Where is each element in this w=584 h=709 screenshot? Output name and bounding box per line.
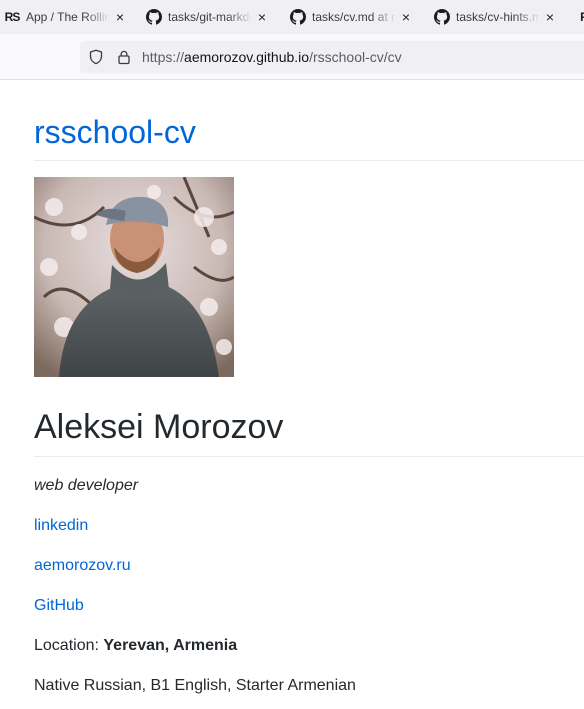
close-tab-icon[interactable]: × bbox=[544, 10, 556, 24]
github-link[interactable]: GitHub bbox=[34, 596, 84, 616]
tab-cv-md[interactable]: tasks/cv.md at m × bbox=[290, 0, 412, 34]
location-line: Location: Yerevan, Armenia bbox=[34, 636, 237, 656]
location-value: Yerevan, Armenia bbox=[103, 637, 238, 654]
tab-rolling-scopes-2[interactable]: R bbox=[576, 0, 584, 34]
tab-cv-hints[interactable]: tasks/cv-hints.m × bbox=[434, 0, 556, 34]
tab-title: tasks/cv-hints.m bbox=[456, 10, 540, 24]
github-icon bbox=[290, 9, 306, 25]
website-link[interactable]: aemorozov.ru bbox=[34, 556, 131, 576]
close-tab-icon[interactable]: × bbox=[400, 10, 412, 24]
url-scheme: https:// bbox=[142, 49, 185, 65]
header-divider bbox=[34, 160, 584, 161]
url-path: /rsschool-cv/cv bbox=[309, 49, 402, 65]
linkedin-link[interactable]: linkedin bbox=[34, 516, 88, 536]
tab-git-markdown[interactable]: tasks/git-markdo × bbox=[146, 0, 268, 34]
person-name-heading: Aleksei Morozov bbox=[34, 408, 284, 446]
close-tab-icon[interactable]: × bbox=[256, 10, 268, 24]
profile-photo bbox=[34, 177, 234, 377]
navigation-toolbar: https://aemorozov.github.io/rsschool-cv/… bbox=[0, 34, 584, 80]
tab-rolling-scopes[interactable]: RS App / The Rolling × bbox=[4, 0, 126, 34]
tab-bar: RS App / The Rolling × tasks/git-markdo … bbox=[0, 0, 584, 34]
close-tab-icon[interactable]: × bbox=[114, 10, 126, 24]
site-title-link[interactable]: rsschool-cv bbox=[34, 114, 196, 151]
github-icon bbox=[146, 9, 162, 25]
rs-logo-icon: RS bbox=[4, 10, 21, 24]
address-bar[interactable]: https://aemorozov.github.io/rsschool-cv/… bbox=[80, 41, 584, 73]
name-divider bbox=[34, 456, 584, 457]
tracking-protection-shield-icon[interactable] bbox=[88, 49, 104, 65]
tab-title: App / The Rolling bbox=[26, 10, 110, 24]
github-icon bbox=[434, 9, 450, 25]
job-title: web developer bbox=[34, 477, 139, 494]
languages-line: Native Russian, B1 English, Starter Arme… bbox=[34, 677, 356, 694]
lock-icon[interactable] bbox=[116, 49, 132, 65]
url-text[interactable]: https://aemorozov.github.io/rsschool-cv/… bbox=[142, 49, 402, 65]
location-label: Location: bbox=[34, 637, 104, 654]
tab-title: tasks/cv.md at m bbox=[312, 10, 396, 24]
tab-title: tasks/git-markdo bbox=[168, 10, 252, 24]
rs-logo-icon: R bbox=[576, 9, 584, 25]
url-host: aemorozov.github.io bbox=[184, 49, 310, 65]
